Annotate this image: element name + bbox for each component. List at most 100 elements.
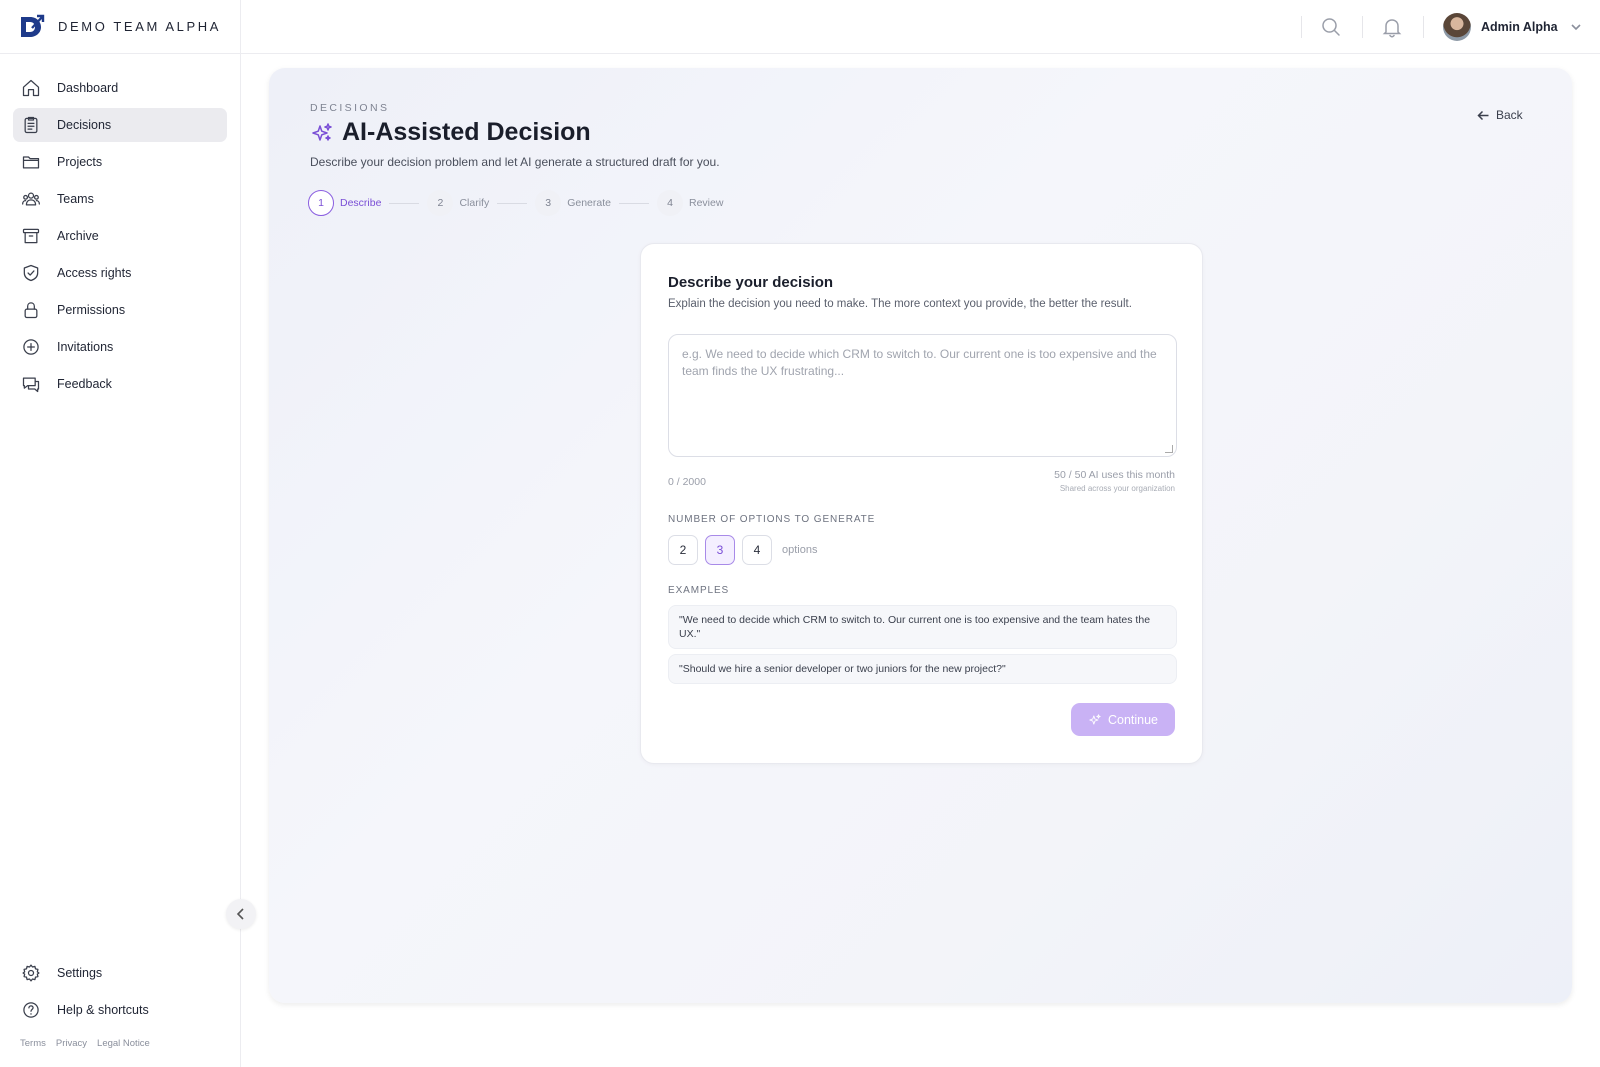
option-4-button[interactable]: 4 <box>742 535 772 565</box>
sidebar: DEMO TEAM ALPHA Dashboard Decisions Proj… <box>0 0 256 1067</box>
brand[interactable]: DEMO TEAM ALPHA <box>0 0 240 54</box>
sidebar-item-label: Help & shortcuts <box>57 1003 149 1017</box>
decision-textarea[interactable]: e.g. We need to decide which CRM to swit… <box>668 334 1177 457</box>
clipboard-icon <box>24 116 38 134</box>
sidebar-item-dashboard[interactable]: Dashboard <box>13 71 227 105</box>
shield-icon <box>23 264 39 282</box>
search-icon <box>1322 18 1340 36</box>
page-header: AI-Assisted Decision <box>310 118 591 147</box>
user-menu[interactable]: Admin Alpha <box>1443 13 1582 41</box>
describe-decision-card: Describe your decision Explain the decis… <box>640 243 1203 764</box>
sidebar-item-projects[interactable]: Projects <box>13 145 227 179</box>
options-label: NUMBER OF OPTIONS TO GENERATE <box>668 514 876 525</box>
home-icon <box>22 79 40 97</box>
bell-icon <box>1382 19 1402 38</box>
chevron-down-icon <box>1571 24 1581 31</box>
users-icon <box>22 192 40 206</box>
help-icon <box>23 1002 39 1018</box>
step-label: Generate <box>567 197 611 209</box>
continue-label: Continue <box>1107 712 1159 727</box>
step-review[interactable]: 4 Review <box>656 190 724 216</box>
footer-links: Terms Privacy Legal Notice <box>20 1038 150 1049</box>
sidebar-item-label: Access rights <box>57 266 132 280</box>
breadcrumb: DECISIONS <box>310 102 390 114</box>
privacy-link[interactable]: Privacy <box>56 1038 87 1049</box>
step-number: 4 <box>656 190 683 216</box>
sparkles-icon <box>312 122 332 141</box>
chat-icon <box>22 377 40 393</box>
options-selector: 2 3 4 options <box>668 535 817 565</box>
step-connector <box>389 202 420 204</box>
sidebar-item-label: Dashboard <box>57 81 119 95</box>
continue-button[interactable]: Continue <box>1071 703 1175 736</box>
page-subtitle: Describe your decision problem and let A… <box>310 155 720 169</box>
sidebar-item-settings[interactable]: Settings <box>13 956 227 990</box>
legal-notice-link[interactable]: Legal Notice <box>97 1038 150 1049</box>
divider <box>1301 16 1302 38</box>
step-label: Clarify <box>459 197 490 209</box>
archive-icon <box>22 228 40 244</box>
step-clarify[interactable]: 2 Clarify <box>427 190 489 216</box>
folder-icon <box>22 156 40 169</box>
notifications-button[interactable] <box>1381 16 1403 38</box>
step-number: 2 <box>427 190 454 216</box>
textarea-placeholder: e.g. We need to decide which CRM to swit… <box>682 347 1157 378</box>
user-name: Admin Alpha <box>1481 20 1558 34</box>
step-connector <box>497 202 528 204</box>
sidebar-item-label: Projects <box>57 155 103 169</box>
divider <box>1423 16 1424 38</box>
sidebar-bottom-nav: Settings Help & shortcuts <box>13 956 227 1030</box>
examples-label: EXAMPLES <box>668 585 730 596</box>
option-3-button[interactable]: 3 <box>705 535 735 565</box>
chevron-left-icon <box>236 908 244 920</box>
sidebar-item-label: Settings <box>57 966 103 980</box>
gear-icon <box>22 964 40 982</box>
step-label: Describe <box>340 197 382 209</box>
step-number: 1 <box>308 190 334 216</box>
sidebar-item-label: Decisions <box>57 118 112 132</box>
search-button[interactable] <box>1320 16 1342 38</box>
sidebar-item-label: Permissions <box>57 303 126 317</box>
sidebar-item-label: Archive <box>57 229 99 243</box>
avatar <box>1443 13 1471 41</box>
sidebar-nav: Dashboard Decisions Projects Teams Archi… <box>0 54 240 401</box>
step-connector <box>618 202 649 204</box>
sidebar-item-decisions[interactable]: Decisions <box>13 108 227 142</box>
brand-logo-icon <box>21 14 45 37</box>
stepper: 1 Describe 2 Clarify 3 Generate 4 Review <box>308 190 723 216</box>
char-count: 0 / 2000 <box>668 476 706 488</box>
sidebar-item-help[interactable]: Help & shortcuts <box>13 993 227 1027</box>
terms-link[interactable]: Terms <box>20 1038 46 1049</box>
step-number: 3 <box>535 190 562 216</box>
card-title: Describe your decision <box>668 274 834 291</box>
sidebar-item-feedback[interactable]: Feedback <box>13 367 227 401</box>
step-describe[interactable]: 1 Describe <box>308 190 381 216</box>
back-button[interactable]: Back <box>1477 108 1523 122</box>
example-item[interactable]: "Should we hire a senior developer or tw… <box>668 654 1177 684</box>
sidebar-item-permissions[interactable]: Permissions <box>13 293 227 327</box>
lock-icon <box>24 302 38 319</box>
page-title: AI-Assisted Decision <box>342 118 591 146</box>
ai-usage: 50 / 50 AI uses this month Shared across… <box>1054 469 1175 493</box>
ai-usage-note: Shared across your organization <box>1059 484 1175 493</box>
sidebar-item-access-rights[interactable]: Access rights <box>13 256 227 290</box>
sidebar-item-teams[interactable]: Teams <box>13 182 227 216</box>
sparkles-icon <box>1089 713 1101 725</box>
sidebar-item-archive[interactable]: Archive <box>13 219 227 253</box>
step-generate[interactable]: 3 Generate <box>535 190 611 216</box>
option-2-button[interactable]: 2 <box>668 535 698 565</box>
options-suffix: options <box>782 544 818 556</box>
card-description: Explain the decision you need to make. T… <box>668 298 1132 310</box>
sidebar-item-invitations[interactable]: Invitations <box>13 330 227 364</box>
sidebar-item-label: Teams <box>57 192 94 206</box>
ai-usage-count: 50 / 50 AI uses this month <box>1054 469 1175 481</box>
sidebar-item-label: Invitations <box>57 340 114 354</box>
step-label: Review <box>688 197 724 209</box>
collapse-sidebar-button[interactable] <box>226 899 256 929</box>
arrow-left-icon <box>1477 110 1489 120</box>
topbar <box>241 0 1600 54</box>
divider <box>1362 16 1363 38</box>
sidebar-item-label: Feedback <box>57 377 112 391</box>
resize-handle[interactable] <box>1165 445 1173 453</box>
example-item[interactable]: "We need to decide which CRM to switch t… <box>668 605 1177 649</box>
